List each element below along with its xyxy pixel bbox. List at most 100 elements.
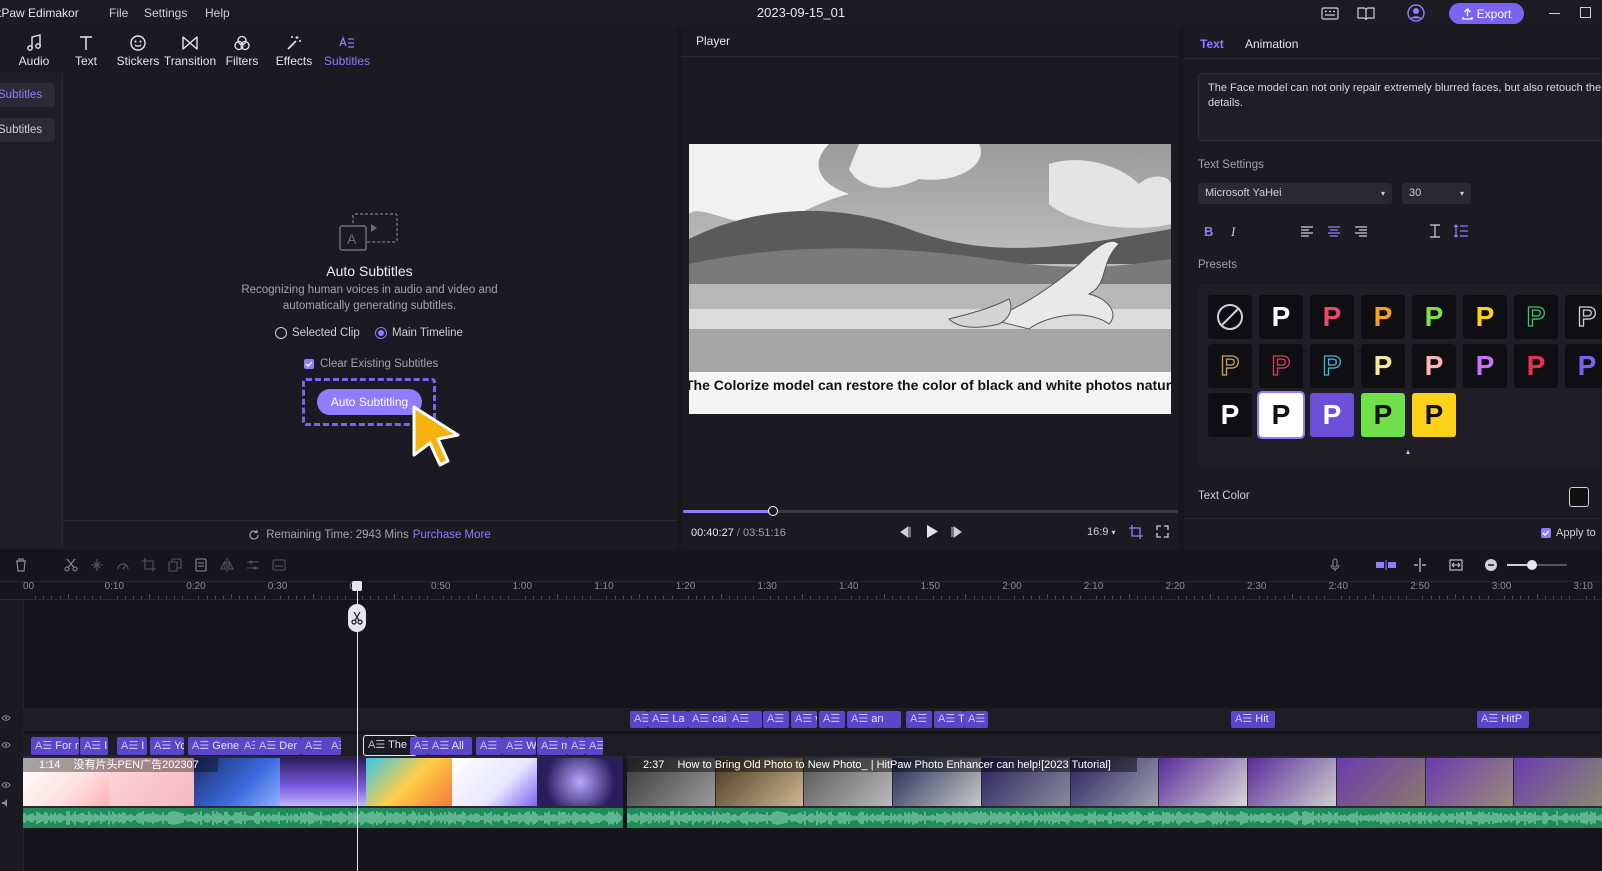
purchase-more-link[interactable]: Purchase More bbox=[413, 529, 491, 541]
line-spacing-icon[interactable] bbox=[1453, 224, 1468, 241]
track-visibility-eye-icon[interactable] bbox=[1, 738, 11, 752]
track-visibility-eye-icon[interactable] bbox=[1, 711, 11, 725]
subtitle-chip[interactable]: A☰ v bbox=[791, 711, 817, 728]
previous-frame-icon[interactable] bbox=[898, 526, 912, 541]
book-guide-icon[interactable] bbox=[1357, 5, 1375, 21]
tool-effects[interactable]: Effects bbox=[267, 32, 321, 72]
transform-icon[interactable] bbox=[90, 558, 104, 572]
checkbox-checked-icon[interactable] bbox=[1541, 528, 1551, 538]
delete-trash-icon[interactable] bbox=[14, 558, 28, 572]
menu-help[interactable]: Help bbox=[205, 6, 230, 20]
tab-animation[interactable]: Animation bbox=[1245, 37, 1298, 51]
subtitle-chip[interactable]: A☰ cai bbox=[688, 711, 728, 728]
menu-settings[interactable]: Settings bbox=[144, 6, 187, 20]
fit-timeline-icon[interactable] bbox=[1449, 558, 1463, 572]
crop-icon[interactable] bbox=[1129, 525, 1143, 542]
preset-tile[interactable]: P bbox=[1514, 295, 1558, 339]
split-scissors-icon[interactable] bbox=[64, 558, 78, 572]
preset-tile[interactable]: P bbox=[1361, 344, 1405, 388]
zoom-out-icon[interactable] bbox=[1484, 558, 1498, 572]
text-content-input[interactable]: The Face model can not only repair extre… bbox=[1198, 73, 1602, 141]
tool-subtitles[interactable]: Subtitles bbox=[320, 32, 374, 72]
zoom-slider-track[interactable] bbox=[1507, 560, 1567, 570]
subtitle-chip[interactable]: A☰ HitP bbox=[1477, 711, 1529, 728]
subtitle-chip[interactable]: A☰ I bbox=[80, 737, 108, 755]
font-family-select[interactable]: Microsoft YaHei ▾ bbox=[1198, 183, 1392, 204]
playhead-split-button[interactable] bbox=[348, 604, 366, 632]
preset-tile[interactable]: P bbox=[1259, 295, 1303, 339]
keyboard-icon[interactable] bbox=[1321, 6, 1339, 20]
play-icon[interactable] bbox=[925, 524, 939, 542]
tool-transition[interactable]: Transition bbox=[163, 32, 217, 72]
tool-audio[interactable]: Audio bbox=[7, 32, 61, 72]
tab-text[interactable]: Text bbox=[1200, 37, 1224, 51]
video-preview[interactable]: The Colorize model can restore the color… bbox=[689, 144, 1171, 414]
tool-filters[interactable]: Filters bbox=[215, 32, 269, 72]
bold-icon[interactable]: B bbox=[1204, 224, 1213, 239]
apply-to-checkbox[interactable]: Apply to bbox=[1541, 527, 1596, 539]
preset-tile[interactable]: P bbox=[1208, 393, 1252, 437]
preset-tile[interactable]: P bbox=[1310, 393, 1354, 437]
preset-tile[interactable]: P bbox=[1565, 344, 1602, 388]
text-color-swatch[interactable] bbox=[1569, 487, 1589, 507]
checkbox-checked-icon[interactable] bbox=[304, 359, 314, 369]
tool-text[interactable]: Text bbox=[59, 32, 113, 72]
subtitle-edit-icon[interactable] bbox=[272, 558, 286, 572]
subtitle-chip[interactable]: A☰ A bbox=[630, 711, 648, 728]
auto-subtitling-button[interactable]: Auto Subtitling bbox=[317, 389, 422, 415]
radio-selected-clip[interactable]: Selected Clip bbox=[275, 327, 360, 339]
freeze-frame-icon[interactable] bbox=[194, 558, 208, 572]
preset-tile[interactable]: P bbox=[1463, 344, 1507, 388]
subtitle-chip[interactable]: A☰ I bbox=[117, 737, 147, 755]
subtitle-chip[interactable]: A☰ Hit bbox=[1231, 711, 1275, 728]
subtitle-chip[interactable]: A☰ bbox=[728, 711, 762, 728]
player-progress-track[interactable] bbox=[683, 506, 1178, 516]
export-button[interactable]: Export bbox=[1449, 3, 1524, 24]
subnav-item-subtitles-auto[interactable]: Subtitles bbox=[0, 83, 55, 107]
crop-clip-icon[interactable] bbox=[142, 558, 156, 572]
preset-tile[interactable]: P bbox=[1412, 344, 1456, 388]
subtitle-chip[interactable]: A☰ S bbox=[964, 711, 988, 728]
letter-spacing-icon[interactable] bbox=[1428, 224, 1442, 241]
radio-circle-checked[interactable] bbox=[375, 327, 387, 339]
preset-tile[interactable]: P bbox=[1208, 344, 1252, 388]
preset-tile[interactable]: P bbox=[1412, 393, 1456, 437]
track-visibility-eye-icon[interactable] bbox=[1, 778, 11, 792]
minimize-icon[interactable] bbox=[1549, 13, 1560, 14]
video-clip-1[interactable]: 1:14 没有片头PEN广告202307 bbox=[23, 756, 624, 808]
preset-tile[interactable]: P bbox=[1514, 344, 1558, 388]
subtitle-chip[interactable]: A☰ A bbox=[567, 737, 585, 755]
track-audio-icon[interactable] bbox=[1, 797, 11, 811]
preset-tile[interactable]: P bbox=[1310, 344, 1354, 388]
subtitle-chip[interactable]: A☰ For r bbox=[31, 737, 79, 755]
subtitle-chip[interactable]: A☰ W bbox=[502, 737, 536, 755]
restore-window-icon[interactable] bbox=[1580, 7, 1591, 18]
subtitle-chip[interactable]: A☰ All bbox=[428, 737, 472, 755]
subtitle-chip[interactable]: A☰ bbox=[819, 711, 845, 728]
preset-tile[interactable]: P bbox=[1361, 295, 1405, 339]
subtitle-chip[interactable]: A☰ bbox=[301, 737, 329, 755]
subtitle-chip[interactable]: A☰ bbox=[410, 737, 428, 755]
preset-tile[interactable]: P bbox=[1361, 393, 1405, 437]
align-center-icon[interactable] bbox=[1328, 226, 1341, 240]
collapse-chevron-up-icon[interactable]: ▴ bbox=[1406, 447, 1410, 456]
clear-existing-checkbox[interactable]: Clear Existing Subtitles bbox=[304, 358, 438, 370]
subtitle-chip[interactable]: A☰ T bbox=[934, 711, 964, 728]
font-size-select[interactable]: 30 ▾ bbox=[1402, 183, 1471, 204]
subtitle-chip[interactable]: A☰ A bbox=[240, 737, 256, 755]
align-right-icon[interactable] bbox=[1355, 226, 1368, 240]
mirror-icon[interactable] bbox=[220, 558, 234, 572]
zoom-slider-handle[interactable] bbox=[1527, 560, 1537, 570]
subnav-item-subtitles-manual[interactable]: Subtitles bbox=[0, 118, 55, 142]
tool-stickers[interactable]: Stickers bbox=[111, 32, 165, 72]
preset-tile[interactable] bbox=[1208, 295, 1252, 339]
preset-tile[interactable]: P bbox=[1310, 295, 1354, 339]
audio-clip-2[interactable] bbox=[626, 808, 1602, 828]
align-left-icon[interactable] bbox=[1301, 226, 1314, 240]
subtitle-chip[interactable]: A☰ bbox=[763, 711, 789, 728]
next-frame-icon[interactable] bbox=[950, 526, 964, 541]
subtitle-chip[interactable]: A☰ The bbox=[363, 735, 417, 756]
video-clip-2[interactable]: 2:37 How to Bring Old Photo to New Photo… bbox=[627, 756, 1602, 808]
preset-tile[interactable]: P bbox=[1412, 295, 1456, 339]
playhead-handle[interactable] bbox=[352, 581, 362, 591]
